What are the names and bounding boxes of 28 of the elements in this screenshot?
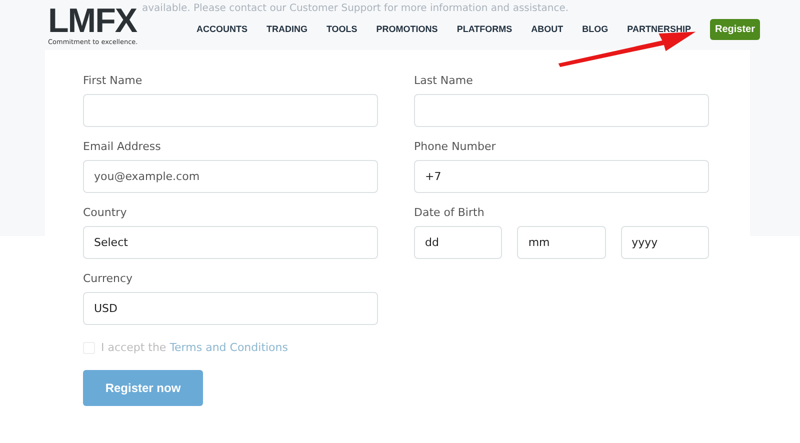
input-field[interactable]: you@example.com <box>83 160 378 193</box>
input-field[interactable] <box>414 94 709 127</box>
date-field[interactable]: dd <box>414 226 502 259</box>
field-label: Email Address <box>83 140 162 153</box>
notice-text: available. Please contact our Customer Support for more information and assistance. <box>142 3 569 14</box>
select-field[interactable]: Select <box>83 226 378 259</box>
date-field[interactable]: mm <box>517 226 606 259</box>
input-field[interactable]: +7 <box>414 160 709 193</box>
nav-link[interactable]: TOOLS <box>326 24 358 34</box>
field-label: Date of Birth <box>414 206 486 219</box>
field-label: First Name <box>83 74 144 87</box>
logo[interactable]: LMFX <box>48 4 138 36</box>
nav-link[interactable]: ABOUT <box>531 24 564 34</box>
field-label: Country <box>83 206 128 219</box>
nav-link[interactable]: PROMOTIONS <box>376 24 438 34</box>
nav-link[interactable]: PLATFORMS <box>456 24 512 34</box>
field-label: Last Name <box>414 74 474 87</box>
register-button[interactable]: Register <box>710 18 760 40</box>
field-label: Phone Number <box>414 140 497 153</box>
nav-link[interactable]: PARTNERSHIP <box>627 24 691 34</box>
nav-link[interactable]: ACCOUNTS <box>196 24 248 34</box>
nav-link[interactable]: TRADING <box>266 24 308 34</box>
input-field[interactable] <box>83 94 378 127</box>
field-label: Currency <box>83 272 134 285</box>
nav-link[interactable]: BLOG <box>582 24 608 34</box>
select-field[interactable]: USD <box>83 292 378 325</box>
terms-text: I accept the Terms and Conditions <box>101 341 288 354</box>
date-field[interactable]: yyyy <box>620 226 709 259</box>
